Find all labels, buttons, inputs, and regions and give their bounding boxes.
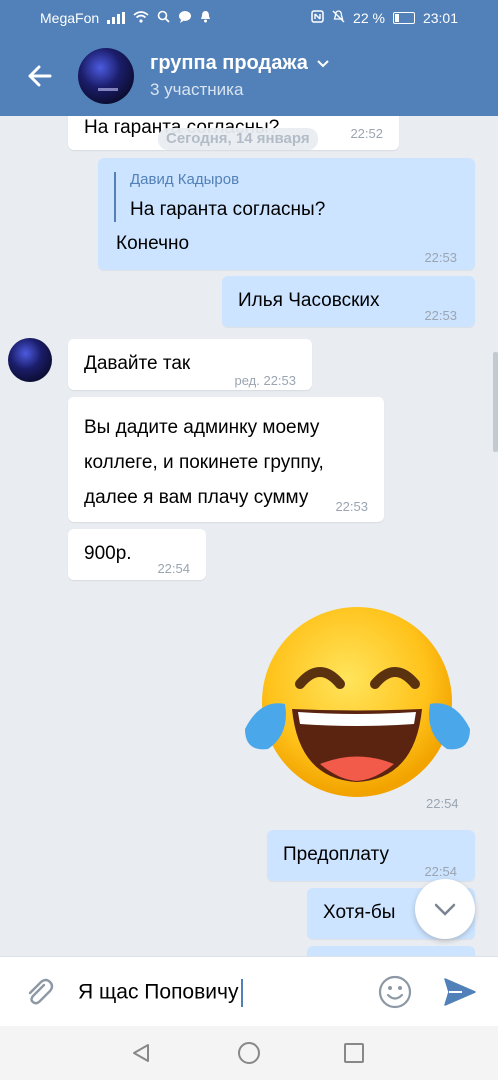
sender-avatar[interactable] [8,338,52,382]
signal-icon [107,12,126,24]
chevron-down-icon [316,52,330,75]
chat-title[interactable]: группа продажа [150,52,330,75]
message-text: Предоплату [283,844,389,865]
message-list[interactable]: На гаранта согласны? 22:52 Сегодня, 14 я… [0,116,498,956]
scrollbar[interactable] [493,352,498,452]
message-time: 22:54 [157,561,190,576]
chevron-down-icon [434,903,456,916]
chat-notification-icon [178,10,192,26]
paperclip-icon[interactable] [22,975,56,1009]
chat-title-text: группа продажа [150,52,308,74]
message-bubble[interactable]: Предоплату 22:54 [267,830,475,881]
system-nav-bar [0,1026,498,1080]
message-time: 22:52 [350,126,383,141]
text-cursor [241,979,244,1007]
send-icon[interactable] [442,975,478,1009]
reply-author: Давид Кадыров [130,171,240,188]
message-time: 22:54 [426,796,459,811]
message-bubble[interactable]: Илья Часовских 22:53 [222,276,475,327]
nfc-icon [311,10,324,26]
mute-icon [332,10,345,26]
message-bubble[interactable]: Давайте так ред. 22:53 [68,339,312,390]
search-icon [157,10,170,26]
message-text: Вы дадите админку моему коллеге, и покин… [84,417,324,508]
message-bubble[interactable] [307,946,475,956]
chat-header: группа продажа 3 участника [0,36,498,116]
carrier-label: MegaFon [40,10,100,26]
message-text: 900р. [84,543,132,564]
message-text: Хотя-бы [323,902,396,923]
laughing-tears-emoji[interactable] [240,604,475,804]
message-text: Давайте так [84,353,191,374]
nav-home-icon[interactable] [238,1042,260,1064]
smiley-icon[interactable] [378,975,412,1009]
message-bubble[interactable]: 900р. 22:54 [68,529,206,580]
wifi-icon [133,10,149,26]
message-text: Конечно [116,233,190,254]
back-arrow-icon[interactable] [22,58,58,94]
bell-icon [200,10,211,26]
status-bar: MegaFon 22 % 23:01 [0,0,498,36]
message-bubble[interactable]: Вы дадите админку моему коллеге, и покин… [68,397,384,522]
message-input-value: Я щас Поповичу [78,980,239,1004]
members-count: 3 участника [150,80,244,99]
message-text: Илья Часовских [238,290,380,311]
reply-quote-bar [114,172,116,222]
reply-text: На гаранта согласны? [130,199,326,220]
nav-back-icon[interactable] [130,1042,152,1069]
message-composer: Я щас Поповичу [0,956,498,1027]
message-time: 22:53 [424,308,457,323]
message-time: 22:53 [424,250,457,265]
date-separator: Сегодня, 14 января [158,128,318,150]
message-bubble[interactable]: Давид Кадыров На гаранта согласны? Конеч… [98,158,475,270]
group-avatar[interactable] [78,48,134,104]
message-input[interactable]: Я щас Поповичу [78,979,244,1007]
message-time: ред. 22:53 [234,373,296,388]
battery-icon [392,12,415,24]
nav-recents-icon[interactable] [344,1043,364,1063]
scroll-down-button[interactable] [415,879,475,939]
message-time: 22:53 [335,499,368,514]
clock-label: 23:01 [422,10,458,26]
battery-label: 22 % [353,10,385,26]
